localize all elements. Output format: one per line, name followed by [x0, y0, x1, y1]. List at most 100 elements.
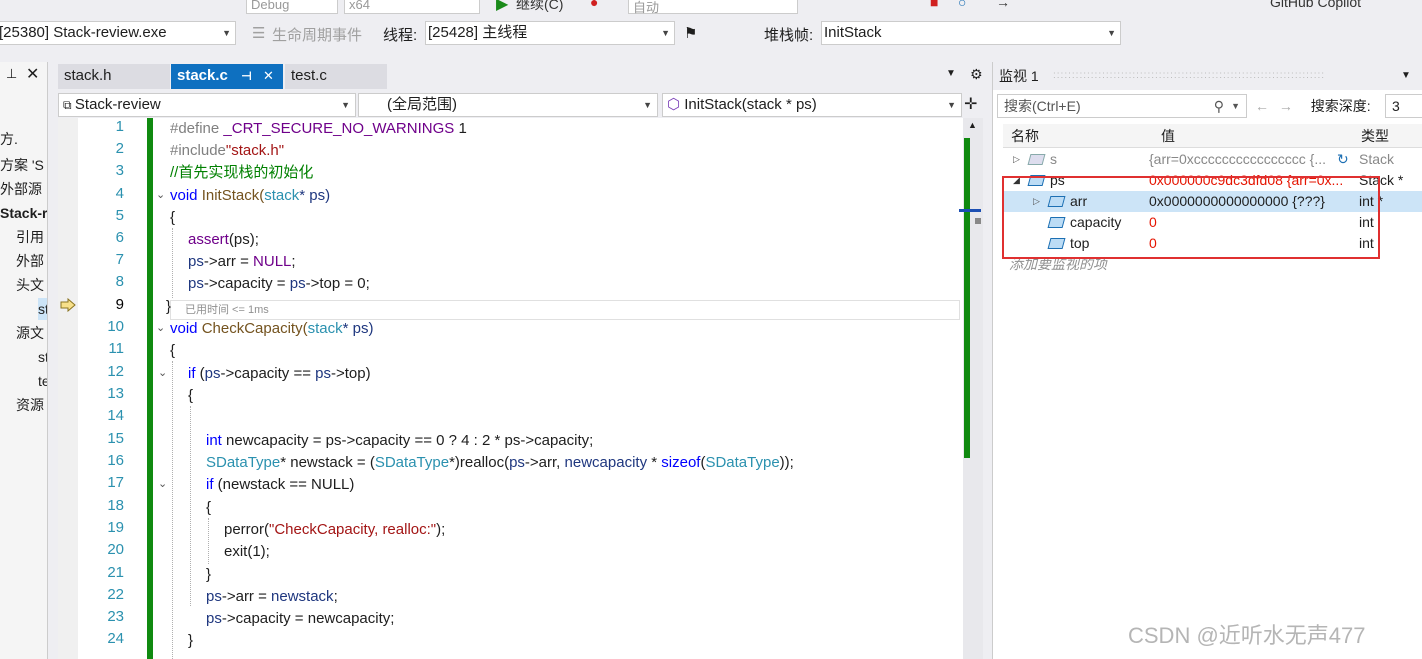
watch-search-input[interactable]: 搜索(Ctrl+E) ⚲ ▼ — [997, 94, 1247, 118]
thread-dropdown[interactable]: [25428] 主线程 ▼ — [425, 21, 675, 45]
watch-row-s[interactable]: ▷ s {arr=0xcccccccccccccccc {... Stack ↻ — [1003, 149, 1422, 170]
scroll-up-icon[interactable]: ▲ — [968, 120, 977, 130]
line-number: 20 — [107, 541, 124, 558]
code-line-6: assert(ps); — [188, 231, 259, 248]
watch-name-s: s — [1050, 151, 1057, 167]
copilot-button[interactable]: GitHub Copilot — [1270, 0, 1361, 10]
line-number: 19 — [107, 519, 124, 536]
line-number: 23 — [107, 608, 124, 625]
code-line-17: if (newstack == NULL) — [206, 476, 355, 493]
search-forward-icon[interactable]: → — [1279, 98, 1293, 114]
split-icon[interactable]: ✛ — [964, 94, 977, 114]
line-number: 16 — [107, 452, 124, 469]
indent-guide — [190, 406, 191, 606]
chevron-down-icon[interactable]: ▼ — [946, 68, 956, 79]
references-node[interactable]: 引用 — [16, 226, 44, 248]
line-number: 3 — [115, 162, 124, 179]
line-number: 6 — [115, 229, 124, 246]
tab-stack-h[interactable]: stack.h — [58, 64, 170, 89]
chevron-down-icon: ▼ — [341, 100, 350, 110]
code-line-13: { — [188, 387, 194, 404]
continue-icon[interactable]: ▶ — [496, 0, 508, 14]
flag-icon[interactable]: ⚑ — [684, 24, 697, 42]
process-dropdown[interactable]: [25380] Stack-review.exe ▼ — [0, 21, 236, 45]
project-dropdown[interactable]: ⧉ Stack-review ▼ — [58, 93, 356, 117]
column-name[interactable]: 名称 — [1011, 124, 1039, 148]
tab-test-c[interactable]: test.c — [285, 64, 387, 89]
stop-icon[interactable]: ● — [590, 0, 598, 10]
project-icon: ⧉ — [63, 98, 75, 112]
resource-files-node[interactable]: 资源 — [16, 394, 44, 416]
code-line-9: } — [166, 298, 172, 315]
search-back-icon[interactable]: ← — [1255, 98, 1269, 114]
tab-stack-c[interactable]: stack.c ⊣ ✕ — [171, 64, 283, 89]
main-toolbar: Debug x64 ▶ 继续(C) ● 自动 ■ ○ → GitHub Copi… — [0, 0, 1422, 16]
search-depth-label: 搜索深度: — [1310, 98, 1371, 114]
watch-title-bar: 监视 1 :::::::::::::::::::::::::::::::::::… — [993, 62, 1422, 90]
close-icon[interactable]: ✕ — [263, 64, 274, 88]
continue-button[interactable]: 继续(C) — [516, 0, 563, 14]
watch-value-s: {arr=0xcccccccccccccccc {... — [1149, 151, 1326, 167]
stop-debug-icon[interactable]: ■ — [930, 0, 938, 10]
project-node[interactable]: Stack-r — [0, 202, 47, 224]
code-line-18: { — [206, 499, 212, 516]
header-files-node[interactable]: 头文 — [16, 274, 44, 296]
stackframe-label: 堆栈帧: — [764, 27, 814, 44]
navigation-bar: ⧉ Stack-review ▼ (全局范围) ▼ ⬡ InitStack(st… — [58, 92, 988, 118]
solution-node[interactable]: 方案 'S — [0, 154, 44, 176]
debug-location-toolbar: [25380] Stack-review.exe ▼ ☰ 生命周期事件 线程: … — [0, 18, 1422, 48]
title-grip[interactable]: ::::::::::::::::::::::::::::::::::::::::… — [1053, 62, 1393, 90]
scrollbar-thumb[interactable] — [964, 138, 970, 458]
platform-dropdown[interactable]: x64 — [344, 0, 480, 14]
indicator-margin — [58, 118, 78, 659]
pin-icon[interactable]: ⊥ — [6, 66, 17, 82]
file-test-c[interactable]: te — [38, 370, 47, 392]
config-dropdown[interactable]: Debug — [246, 0, 338, 14]
function-value: InitStack(stack * ps) — [684, 96, 817, 113]
cube-icon: ⬡ — [667, 96, 685, 113]
line-number: 13 — [107, 385, 124, 402]
pin-icon[interactable]: ⊣ — [241, 64, 252, 88]
column-value[interactable]: 值 — [1161, 124, 1175, 148]
watch-search-tools: ← → 搜索深度: — [1255, 94, 1371, 118]
code-line-3: //首先实现栈的初始化 — [170, 164, 314, 181]
project-value: Stack-review — [74, 96, 161, 113]
file-stack-c[interactable]: st — [38, 346, 47, 368]
lifecycle-events-button[interactable]: 生命周期事件 — [272, 24, 362, 45]
gear-icon[interactable]: ⚙ — [970, 66, 983, 83]
search-depth-input[interactable]: 3 — [1385, 94, 1422, 118]
chevron-down-icon: ▼ — [643, 100, 652, 110]
search-icon[interactable]: ⚲ — [1214, 95, 1224, 117]
editor-scrollbar[interactable]: ▲ — [959, 118, 983, 659]
fold-toggle-icon[interactable]: ⌄ — [158, 366, 167, 379]
current-line-number: 9 — [115, 296, 124, 313]
auto-dropdown[interactable]: 自动 — [628, 0, 798, 15]
thread-value: [25428] 主线程 — [428, 24, 528, 41]
current-statement-arrow-icon[interactable] — [60, 298, 76, 312]
code-editor[interactable]: 1 2 3 4 5 6 7 8 9 10 11 12 13 14 15 16 1… — [58, 118, 963, 659]
chevron-down-icon[interactable]: ▼ — [1231, 95, 1240, 117]
line-number: 1 — [115, 118, 124, 135]
function-dropdown[interactable]: ⬡ InitStack(stack * ps) ▼ — [662, 93, 962, 117]
stackframe-dropdown[interactable]: InitStack ▼ — [821, 21, 1121, 45]
code-line-7: ps->arr = NULL; — [188, 253, 296, 270]
file-stack-h[interactable]: st — [38, 298, 47, 320]
external-sources-node[interactable]: 外部源 — [0, 178, 42, 200]
chevron-down-icon[interactable]: ▼ — [1401, 62, 1411, 90]
process-value: [25380] Stack-review.exe — [0, 24, 167, 41]
code-line-15: int newcapacity = ps->capacity == 0 ? 4 … — [206, 432, 594, 449]
expand-icon[interactable]: ▷ — [1013, 149, 1020, 170]
explorer-search[interactable]: 方. — [0, 128, 18, 150]
source-files-node[interactable]: 源文 — [16, 322, 44, 344]
column-type[interactable]: 类型 — [1361, 124, 1389, 148]
code-line-8: ps->capacity = ps->top = 0; — [188, 275, 370, 292]
restart-icon[interactable]: ○ — [958, 0, 966, 10]
fold-toggle-icon[interactable]: ⌄ — [156, 321, 165, 334]
fold-toggle-icon[interactable]: ⌄ — [158, 477, 167, 490]
fold-toggle-icon[interactable]: ⌄ — [156, 188, 165, 201]
refresh-icon[interactable]: ↻ — [1337, 149, 1349, 170]
scope-dropdown[interactable]: (全局范围) ▼ — [358, 93, 658, 117]
external-deps-node[interactable]: 外部 — [16, 250, 44, 272]
step-over-icon[interactable]: → — [996, 0, 1010, 10]
close-icon[interactable]: ✕ — [26, 64, 39, 84]
